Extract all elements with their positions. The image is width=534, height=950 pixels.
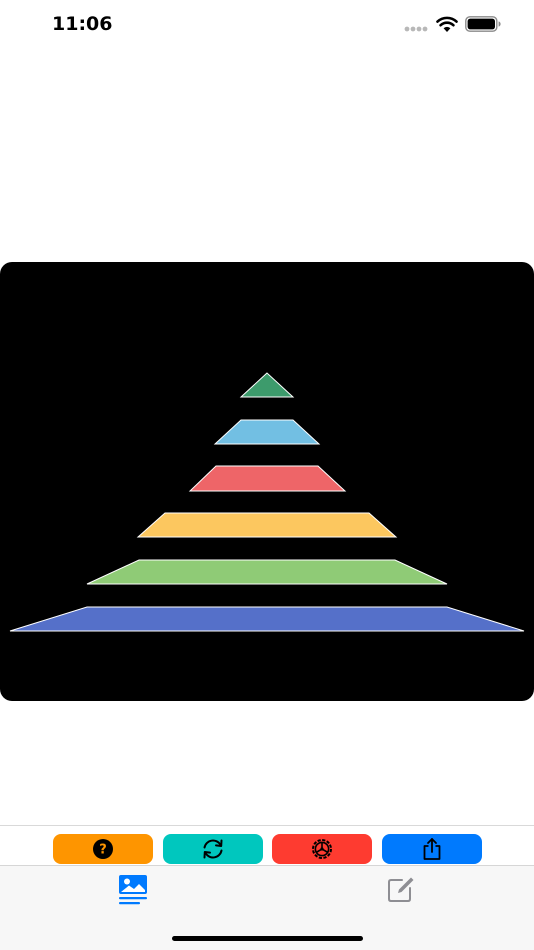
pyramid-level-2 (213, 419, 321, 445)
pyramid-level-5 (86, 559, 448, 585)
tab-image[interactable] (113, 870, 153, 910)
pyramid-level-1 (239, 372, 295, 398)
tab-edit[interactable] (381, 870, 421, 910)
refresh-arrows-icon (203, 839, 223, 859)
pyramid-drawing (9, 372, 525, 632)
status-bar: 11:06 (0, 0, 534, 48)
pyramid-canvas (0, 262, 534, 701)
cellular-signal-icon (404, 26, 428, 32)
home-indicator (172, 936, 363, 941)
gear-icon (312, 839, 332, 859)
photo-text-icon (119, 875, 147, 905)
refresh-button[interactable] (163, 834, 263, 864)
help-button[interactable]: ? (53, 834, 153, 864)
status-time: 11:06 (52, 13, 113, 35)
action-toolbar: ? (0, 826, 534, 865)
pyramid-level-3 (188, 465, 347, 492)
svg-text:?: ? (99, 843, 107, 858)
pyramid-level-4 (136, 512, 398, 538)
pyramid-level-6 (9, 606, 525, 632)
share-button[interactable] (382, 834, 482, 864)
share-icon (423, 838, 441, 860)
battery-icon (465, 16, 501, 32)
square-pencil-icon (388, 877, 414, 902)
settings-button[interactable] (272, 834, 372, 864)
wifi-icon (436, 16, 458, 32)
question-circle-icon: ? (93, 839, 113, 859)
